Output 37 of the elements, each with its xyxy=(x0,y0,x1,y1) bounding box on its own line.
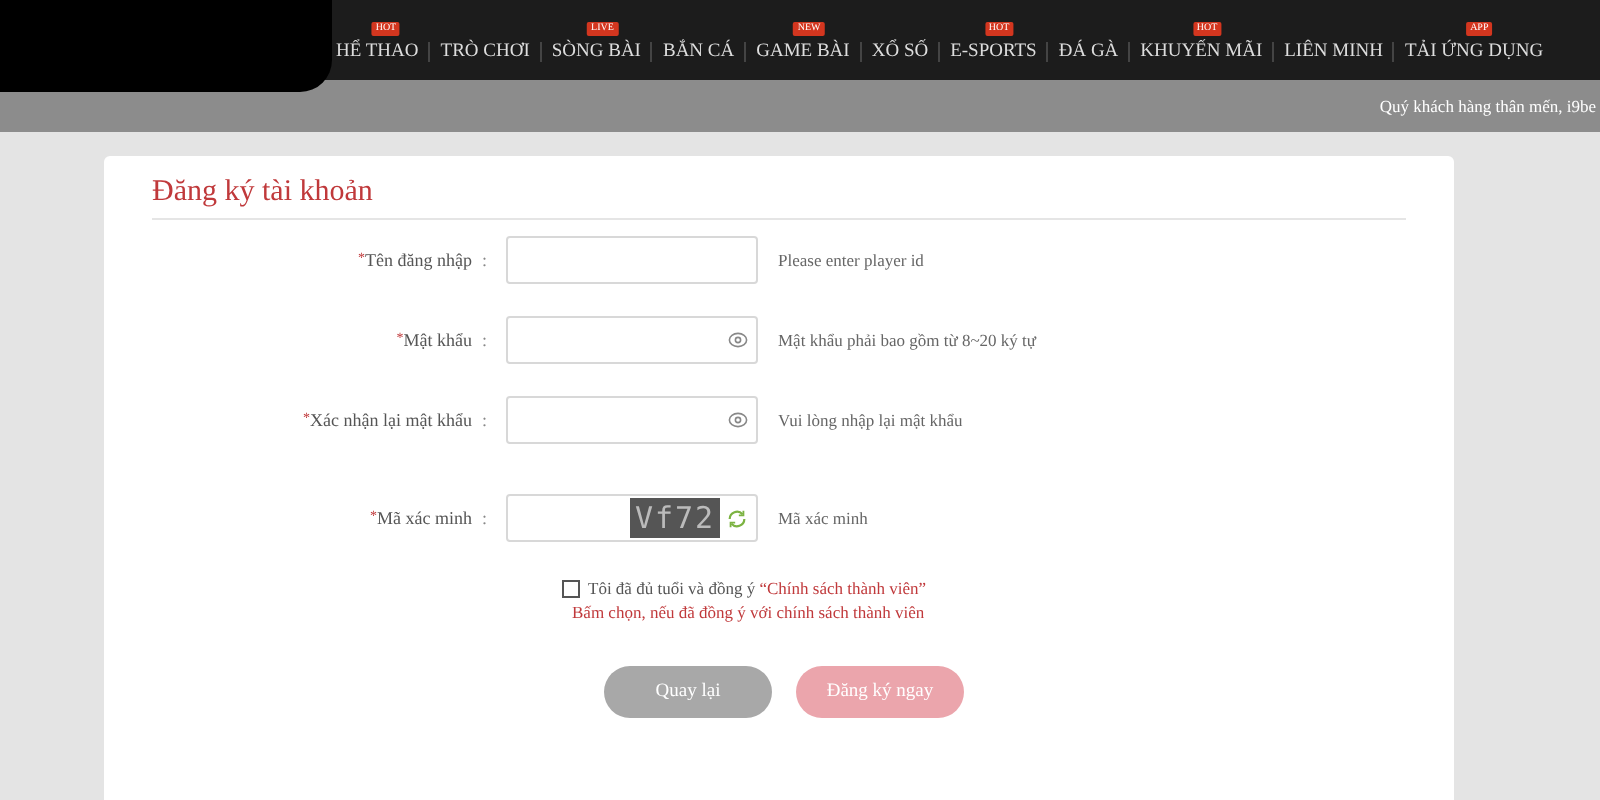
captcha-image: Vf72 xyxy=(630,498,720,538)
eye-icon[interactable] xyxy=(728,410,748,430)
refresh-icon[interactable] xyxy=(726,507,748,529)
field-hint: Mã xác minh xyxy=(778,508,868,528)
colon-text: : xyxy=(482,508,490,528)
colon-text: : xyxy=(482,250,490,270)
field-hint: Mật khẩu phải bao gồm từ 8~20 ký tự xyxy=(778,330,1037,350)
nav-link[interactable]: HỂ THAO xyxy=(336,42,419,62)
checkbox[interactable] xyxy=(562,579,580,597)
colon-text: : xyxy=(482,330,490,350)
marquee-text: Quý khách hàng thân mến, i9be xyxy=(1379,96,1596,116)
nav-link[interactable]: TẢI ỨNG DỤNG xyxy=(1404,42,1544,62)
nav-link[interactable]: GAME BÀI xyxy=(756,42,850,62)
colon-text: : xyxy=(482,410,490,430)
nav-link[interactable]: XỔ SỐ xyxy=(871,42,929,62)
input-field[interactable] xyxy=(506,396,758,444)
nav-link[interactable]: SÒNG BÀI xyxy=(551,42,641,62)
field-label: Tên đăng nhập xyxy=(365,250,472,270)
field-label: Mật khẩu xyxy=(403,330,472,350)
input-field[interactable] xyxy=(506,316,758,364)
nav-link[interactable]: ĐÁ GÀ xyxy=(1058,42,1119,62)
field-hint: Please enter player id xyxy=(778,250,924,270)
nav-link[interactable]: TRÒ CHƠI xyxy=(440,42,530,62)
error-text: Bấm chọn, nếu đã đồng ý với chính sách thành viên xyxy=(570,602,927,622)
form-title: Đăng ký tài khoản xyxy=(152,156,1406,220)
nav-link[interactable]: BẮN CÁ xyxy=(662,42,735,62)
input-field[interactable] xyxy=(506,236,758,284)
field-label: Xác nhận lại mật khẩu xyxy=(310,410,472,430)
field-label: Mã xác minh xyxy=(377,508,472,528)
policy-link[interactable]: “Chính sách thành viên” xyxy=(759,578,927,598)
nav-link[interactable]: E-SPORTS xyxy=(950,42,1037,62)
eye-icon[interactable] xyxy=(728,330,748,350)
input-field[interactable]: Vf72 xyxy=(506,494,758,542)
nav-link[interactable]: KHUYẾN MÃI xyxy=(1140,42,1263,62)
field-hint: Vui lòng nhập lại mật khẩu xyxy=(778,410,963,430)
nav-link[interactable]: LIÊN MINH xyxy=(1284,42,1383,62)
agree-text: Tôi đã đủ tuổi và đồng ý “Chính sách thành viên” xyxy=(588,578,927,598)
